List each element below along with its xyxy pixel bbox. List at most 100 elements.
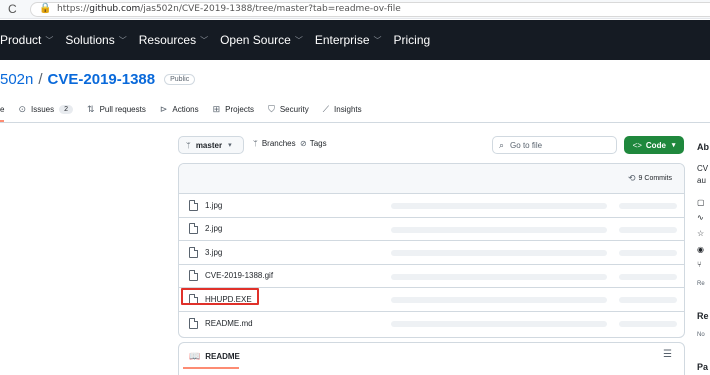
issues-count-badge: 2 — [59, 104, 74, 114]
file-icon — [189, 223, 198, 235]
tab-insights[interactable]: ⟋ Insights — [323, 98, 362, 120]
header-nav: Product ﹀ Solutions ﹀ Resources ﹀ Open Sour… — [0, 20, 442, 60]
caret-down-icon: ▾ — [671, 142, 676, 149]
tab-pull-requests[interactable]: ⇅ Pull requests — [87, 98, 146, 120]
report-link[interactable]: Re — [697, 281, 705, 287]
branch-name: master — [195, 140, 223, 150]
tab-security[interactable]: ⛉ Security — [268, 98, 309, 120]
file-icon — [189, 199, 198, 211]
git-branch-icon: ᛘ — [186, 140, 191, 150]
path-separator: / — [38, 71, 43, 88]
lock-icon[interactable]: 🔒 — [39, 3, 51, 14]
about-description: CV — [697, 164, 709, 173]
book-icon: 📖 — [189, 351, 201, 361]
code-button[interactable]: <> Code ▾ — [624, 136, 684, 154]
branches-link[interactable]: ᛘ Branches — [253, 139, 296, 148]
repo-owner-link[interactable]: 502n — [0, 71, 33, 88]
play-icon: ⊳ — [159, 103, 168, 114]
file-list-header: ⟲ 9 Commits — [179, 164, 684, 194]
history-icon: ⟲ — [628, 173, 636, 183]
repo-name-link[interactable]: CVE-2019-1388 — [48, 71, 156, 88]
caret-down-icon: ▾ — [228, 142, 232, 149]
loading-placeholder — [391, 203, 607, 209]
go-to-file-input[interactable]: ⌕ Go to file — [492, 136, 617, 154]
loading-placeholder — [619, 203, 677, 209]
loading-placeholder — [391, 226, 607, 233]
tag-icon: ⊘ — [300, 139, 307, 148]
search-icon: ⌕ — [499, 139, 505, 150]
nav-open-source[interactable]: Open Source ﹀ — [220, 33, 303, 47]
file-name[interactable]: 3.jpg — [205, 248, 222, 257]
file-icon — [189, 317, 198, 329]
packages-heading: Pa — [697, 362, 709, 372]
file-icon — [189, 246, 198, 258]
about-heading: Ab — [697, 142, 709, 152]
file-name[interactable]: CVE-2019-1388.gif — [205, 271, 273, 280]
releases-heading: Re — [697, 311, 709, 321]
activity-icon: ∿ — [697, 213, 704, 222]
nav-pricing[interactable]: Pricing — [394, 33, 431, 47]
file-row[interactable]: README.md — [179, 312, 684, 336]
issue-icon: ⊙ — [18, 103, 26, 114]
nav-product[interactable]: Product ﹀ — [0, 33, 53, 47]
nav-solutions[interactable]: Solutions ﹀ — [65, 33, 126, 47]
commits-link[interactable]: ⟲ 9 Commits — [628, 173, 672, 184]
tabs-divider — [0, 122, 710, 123]
book-icon: ▢ — [697, 198, 705, 207]
file-row[interactable]: 1.jpg — [179, 194, 684, 218]
tab-issues[interactable]: ⊙ Issues 2 — [18, 98, 74, 120]
list-icon[interactable]: ☰ — [663, 349, 672, 360]
go-to-file-placeholder: Go to file — [510, 140, 543, 150]
chevron-down-icon: ﹀ — [373, 35, 382, 45]
code-icon: <> — [632, 140, 642, 150]
readme-tab-underline — [183, 367, 239, 369]
loading-placeholder — [619, 297, 677, 303]
file-name[interactable]: 2.jpg — [205, 224, 222, 233]
table-icon: ⊞ — [212, 103, 221, 114]
loading-placeholder — [619, 250, 677, 256]
file-row[interactable]: CVE-2019-1388.gif — [179, 265, 684, 288]
chevron-down-icon: ﹀ — [45, 35, 54, 45]
file-list: ⟲ 9 Commits 1.jpg 2.jpg 3.jpg CVE-2019-1… — [178, 163, 685, 338]
about-description: au — [697, 176, 706, 185]
pull-request-icon: ⇅ — [87, 103, 95, 114]
star-icon: ☆ — [697, 229, 705, 238]
file-icon — [189, 270, 198, 282]
repo-title: 502n / CVE-2019-1388 Public — [0, 71, 196, 88]
visibility-badge: Public — [164, 74, 196, 85]
chevron-down-icon: ﹀ — [294, 35, 303, 45]
loading-placeholder — [391, 297, 607, 303]
loading-placeholder — [391, 250, 607, 256]
chevron-down-icon: ﹀ — [118, 35, 127, 45]
file-name[interactable]: README.md — [205, 319, 253, 328]
loading-placeholder — [619, 320, 677, 327]
no-releases-text: No — [697, 332, 705, 338]
tab-actions[interactable]: ⊳ Actions — [160, 98, 199, 120]
shield-icon: ⛉ — [268, 103, 275, 114]
nav-enterprise[interactable]: Enterprise ﹀ — [315, 33, 382, 47]
readme-panel: 📖 README ☰ — [178, 342, 685, 375]
annotation-highlight-box — [181, 288, 259, 305]
url-field[interactable]: 🔒 https://github.com/jas502n/CVE-2019-13… — [30, 2, 710, 17]
graph-icon: ⟋ — [322, 103, 330, 114]
tags-link[interactable]: ⊘ Tags — [300, 139, 327, 148]
loading-placeholder — [619, 273, 677, 280]
file-row[interactable]: 2.jpg — [179, 218, 684, 241]
readme-tab[interactable]: 📖 README — [189, 351, 240, 362]
tab-projects[interactable]: ⊞ Projects — [213, 98, 254, 120]
eye-icon: ◉ — [697, 245, 704, 254]
browser-address-bar: C 🔒 https://github.com/jas502n/CVE-2019-… — [0, 0, 710, 19]
loading-placeholder — [619, 226, 677, 233]
loading-placeholder — [391, 273, 607, 280]
repo-tabs: e ⊙ Issues 2 ⇅ Pull requests ⊳ Actions ⊞ Proj… — [0, 98, 376, 122]
tab-code[interactable]: e — [0, 98, 5, 122]
chevron-down-icon: ﹀ — [200, 35, 209, 45]
git-branch-icon: ᛘ — [253, 139, 258, 148]
branch-select-button[interactable]: ᛘ master ▾ — [178, 136, 244, 154]
file-row[interactable]: 3.jpg — [179, 241, 684, 265]
loading-placeholder — [391, 320, 607, 327]
file-name[interactable]: 1.jpg — [205, 201, 222, 210]
reload-icon[interactable]: C — [8, 2, 17, 16]
nav-resources[interactable]: Resources ﹀ — [139, 33, 208, 47]
github-header: Product ﹀ Solutions ﹀ Resources ﹀ Open Sour… — [0, 20, 710, 60]
